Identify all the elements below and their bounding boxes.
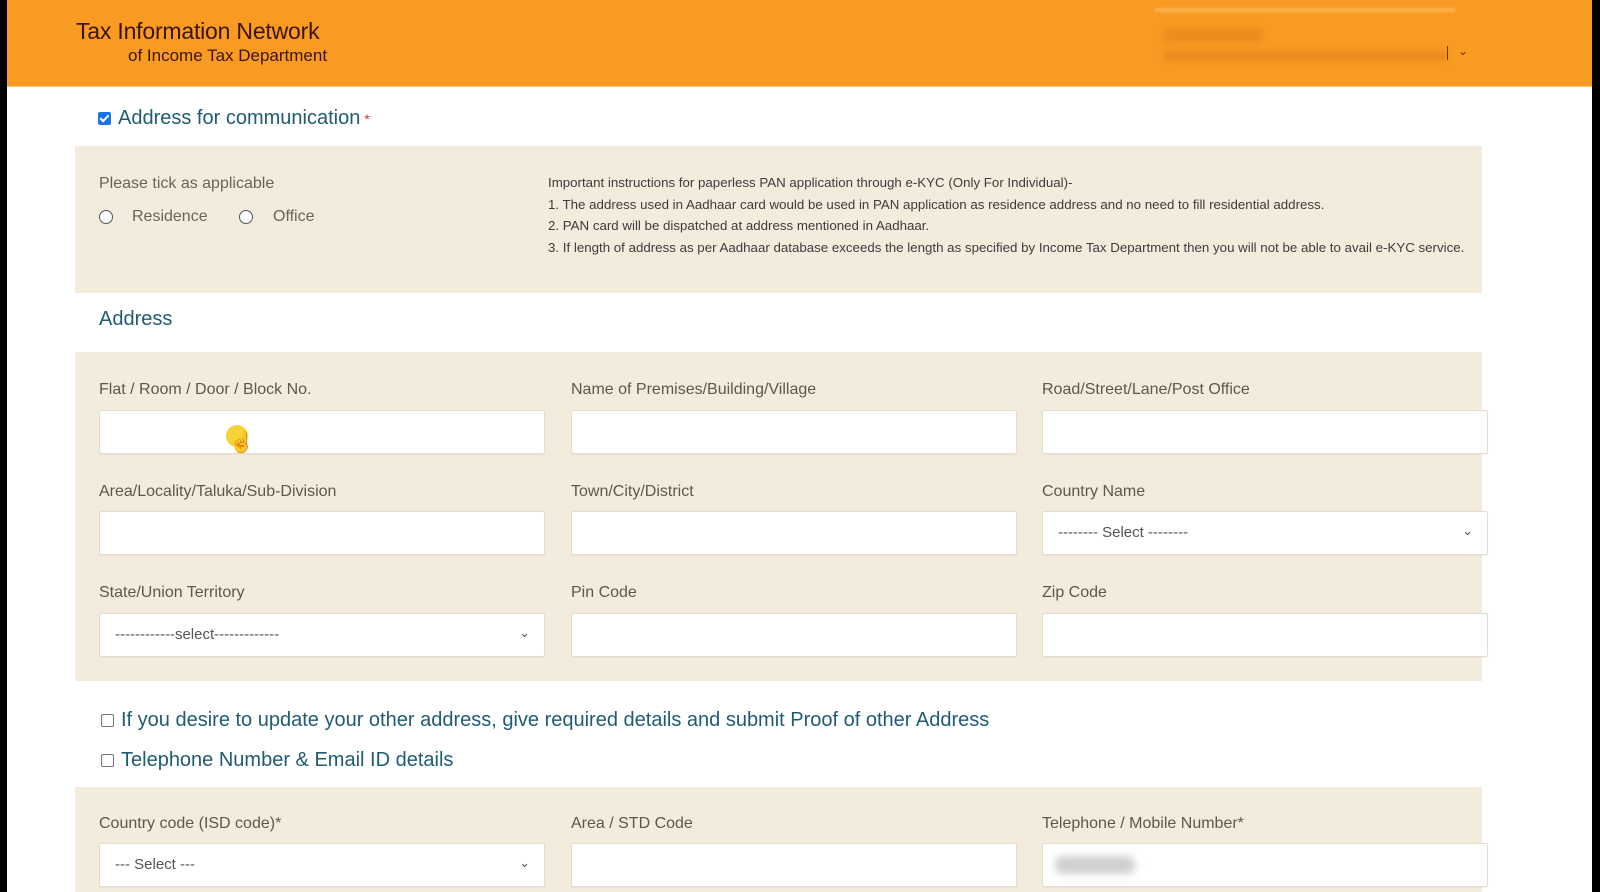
other-address-checkbox[interactable] (101, 714, 114, 727)
pin-input[interactable] (571, 613, 1017, 657)
other-address-label: If you desire to update your other addre… (121, 709, 990, 731)
contact-details-checkbox[interactable] (101, 754, 114, 767)
instruction-item: 2. PAN card will be dispatched at addres… (548, 218, 930, 233)
flat-label: Flat / Room / Door / Block No. (99, 381, 312, 398)
radio-residence-input[interactable] (99, 210, 113, 224)
required-mark: * (364, 110, 370, 127)
premises-input[interactable] (571, 410, 1017, 454)
user-info-bar (1155, 8, 1455, 12)
chevron-down-icon: ⌄ (519, 625, 530, 640)
logo-title[interactable]: Tax Information Network (76, 18, 320, 45)
user-menu-chevron-icon[interactable]: ⌄ (1458, 44, 1468, 58)
user-menu-divider (1447, 46, 1448, 60)
logo-subtitle[interactable]: of Income Tax Department (128, 46, 327, 66)
instructions-title: Important instructions for paperless PAN… (548, 175, 1073, 190)
radio-residence[interactable]: Residence (99, 208, 208, 226)
flat-input[interactable] (99, 410, 545, 454)
std-label: Area / STD Code (571, 815, 693, 832)
address-section-title: Address (99, 308, 173, 330)
zip-label: Zip Code (1042, 584, 1107, 601)
pin-label: Pin Code (571, 584, 637, 601)
user-details-blurred (1163, 50, 1448, 62)
area-input[interactable] (99, 511, 545, 555)
zip-input[interactable] (1042, 613, 1488, 657)
country-select[interactable]: -------- Select -------- ⌄ (1042, 511, 1488, 555)
premises-label: Name of Premises/Building/Village (571, 381, 817, 398)
user-info-redacted[interactable] (1155, 8, 1455, 68)
std-input[interactable] (571, 843, 1017, 887)
road-input[interactable] (1042, 410, 1488, 454)
phone-label: Telephone / Mobile Number* (1042, 815, 1244, 832)
user-name-blurred (1163, 28, 1263, 42)
radio-office[interactable]: Office (239, 208, 315, 226)
contact-details-row: Telephone Number & Email ID details (101, 749, 453, 772)
instruction-item: 1. The address used in Aadhaar card woul… (548, 196, 1325, 212)
phone-input[interactable] (1042, 843, 1488, 887)
isd-select[interactable]: --- Select --- ⌄ (99, 843, 545, 887)
town-label: Town/City/District (571, 483, 694, 500)
chevron-down-icon: ⌄ (1462, 523, 1473, 538)
page: Tax Information Network of Income Tax De… (7, 0, 1592, 892)
address-communication-checkbox[interactable] (98, 112, 111, 125)
state-label: State/Union Territory (99, 584, 245, 601)
radio-residence-label: Residence (132, 208, 208, 225)
area-label: Area/Locality/Taluka/Sub-Division (99, 483, 337, 500)
phone-value-blurred (1055, 856, 1135, 874)
state-selected-value: ------------select------------- (115, 626, 280, 643)
radio-office-label: Office (273, 208, 315, 225)
address-communication-row: Address for communication * (98, 107, 370, 130)
contact-details-label: Telephone Number & Email ID details (121, 749, 454, 771)
isd-label: Country code (ISD code)* (99, 815, 282, 832)
communication-type-panel: Please tick as applicable Residence Offi… (75, 146, 1482, 293)
radio-office-input[interactable] (239, 210, 253, 224)
country-selected-value: -------- Select -------- (1058, 524, 1188, 541)
hand-cursor-icon: ☝ (229, 432, 254, 454)
ekyc-instructions: Important instructions for paperless PAN… (548, 172, 1468, 258)
isd-selected-value: --- Select --- (115, 856, 195, 873)
instruction-item: 3. If length of address as per Aadhaar d… (548, 239, 1465, 255)
address-communication-label: Address for communication (118, 107, 361, 129)
road-label: Road/Street/Lane/Post Office (1042, 381, 1250, 398)
town-input[interactable] (571, 511, 1017, 555)
state-select[interactable]: ------------select------------- ⌄ (99, 613, 545, 657)
chevron-down-icon: ⌄ (519, 855, 530, 870)
other-address-row: If you desire to update your other addre… (101, 709, 989, 732)
site-header: Tax Information Network of Income Tax De… (7, 0, 1592, 87)
tick-prompt: Please tick as applicable (99, 175, 275, 192)
country-label: Country Name (1042, 483, 1146, 500)
